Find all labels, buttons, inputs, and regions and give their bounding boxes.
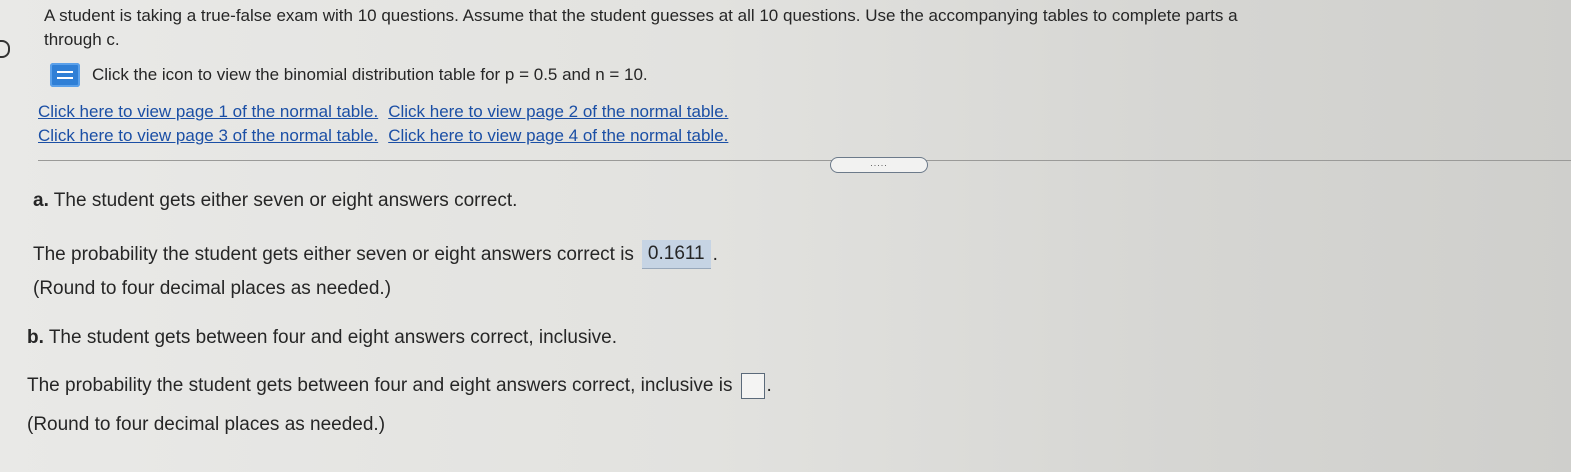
binomial-table-row: Click the icon to view the binomial dist… [50,63,648,87]
normal-table-page-4-link[interactable]: Click here to view page 4 of the normal … [388,126,728,145]
part-b-answer-field[interactable] [740,373,765,399]
part-a-answer-field[interactable]: 0.1611 [641,240,711,269]
part-a-question-text: The student gets either seven or eight a… [53,190,518,211]
section-divider [38,160,1571,161]
expand-more-button[interactable]: ..... [830,157,928,173]
part-a-round-note: (Round to four decimal places as needed.… [33,278,392,299]
part-b-answer-prompt: The probability the student gets between… [27,375,733,396]
question-intro: A student is taking a true-false exam wi… [44,4,1554,52]
normal-table-page-3-link[interactable]: Click here to view page 3 of the normal … [38,126,378,145]
part-a-question: a. The student gets either seven or eigh… [33,188,517,214]
part-a-label: a. [33,190,49,211]
part-b-round-note: (Round to four decimal places as needed.… [27,414,386,435]
part-a-answer-line: The probability the student gets either … [33,240,718,269]
links-row-1: Click here to view page 1 of the normal … [38,100,738,124]
binomial-table-text: Click the icon to view the binomial dist… [92,65,648,84]
normal-table-page-1-link[interactable]: Click here to view page 1 of the normal … [38,102,378,121]
part-b-label: b. [27,327,44,348]
intro-line-1: A student is taking a true-false exam wi… [44,6,1238,25]
part-b-question: b. The student gets between four and eig… [27,325,617,351]
part-a-answer-prompt: The probability the student gets either … [33,243,634,265]
normal-table-links: Click here to view page 1 of the normal … [38,100,738,148]
table-icon[interactable] [50,63,80,87]
part-b-period: . [766,375,772,396]
intro-line-2: through c. [44,30,120,49]
normal-table-page-2-link[interactable]: Click here to view page 2 of the normal … [388,102,728,121]
part-b-question-text: The student gets between four and eight … [48,327,618,348]
collapse-bracket-icon [0,40,10,58]
links-row-2: Click here to view page 3 of the normal … [38,124,738,148]
part-b-answer-line: The probability the student gets between… [27,373,772,399]
part-a-period: . [712,243,718,265]
